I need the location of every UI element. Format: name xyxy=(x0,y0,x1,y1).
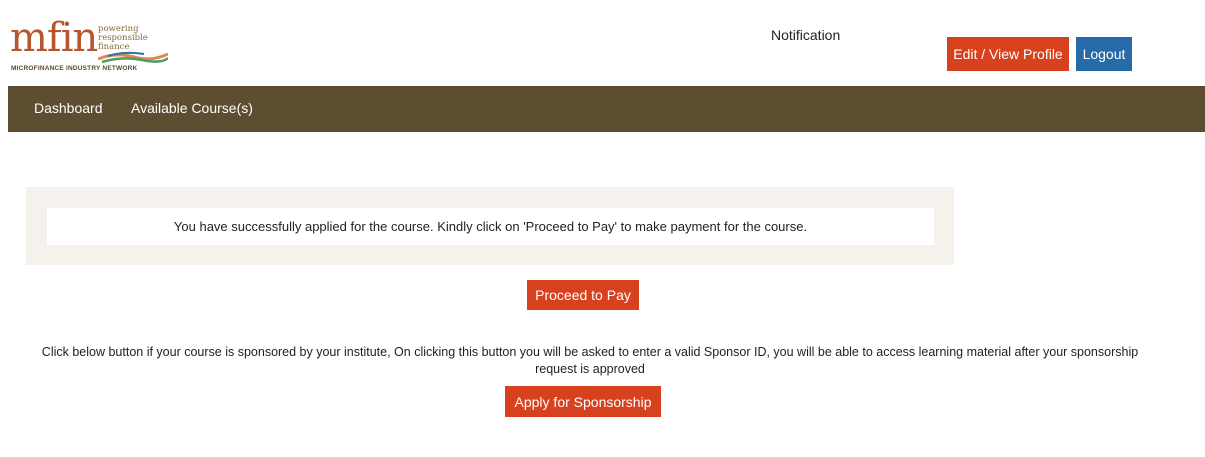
success-message: You have successfully applied for the co… xyxy=(47,208,934,245)
page: mfin powering responsible finance MICROF… xyxy=(0,0,1205,457)
notification-link[interactable]: Notification xyxy=(771,27,840,43)
logo-tagline: powering responsible finance xyxy=(98,25,148,52)
apply-for-sponsorship-button[interactable]: Apply for Sponsorship xyxy=(505,386,661,417)
logout-button[interactable]: Logout xyxy=(1076,37,1132,71)
notice-panel: You have successfully applied for the co… xyxy=(26,187,954,265)
header: mfin powering responsible finance MICROF… xyxy=(0,0,1205,85)
logo-swash-icon xyxy=(98,51,168,64)
nav-item-available-courses[interactable]: Available Course(s) xyxy=(131,100,253,116)
main-nav: Dashboard Available Course(s) xyxy=(8,86,1205,132)
mfin-logo[interactable]: mfin powering responsible finance MICROF… xyxy=(10,18,180,78)
edit-profile-button[interactable]: Edit / View Profile xyxy=(947,37,1069,71)
logo-mark: mfin xyxy=(10,15,98,61)
logo-subtitle: MICROFINANCE INDUSTRY NETWORK xyxy=(11,65,138,72)
sponsorship-info-text: Click below button if your course is spo… xyxy=(41,345,1139,376)
proceed-to-pay-button[interactable]: Proceed to Pay xyxy=(527,280,639,310)
nav-item-dashboard[interactable]: Dashboard xyxy=(34,100,103,116)
